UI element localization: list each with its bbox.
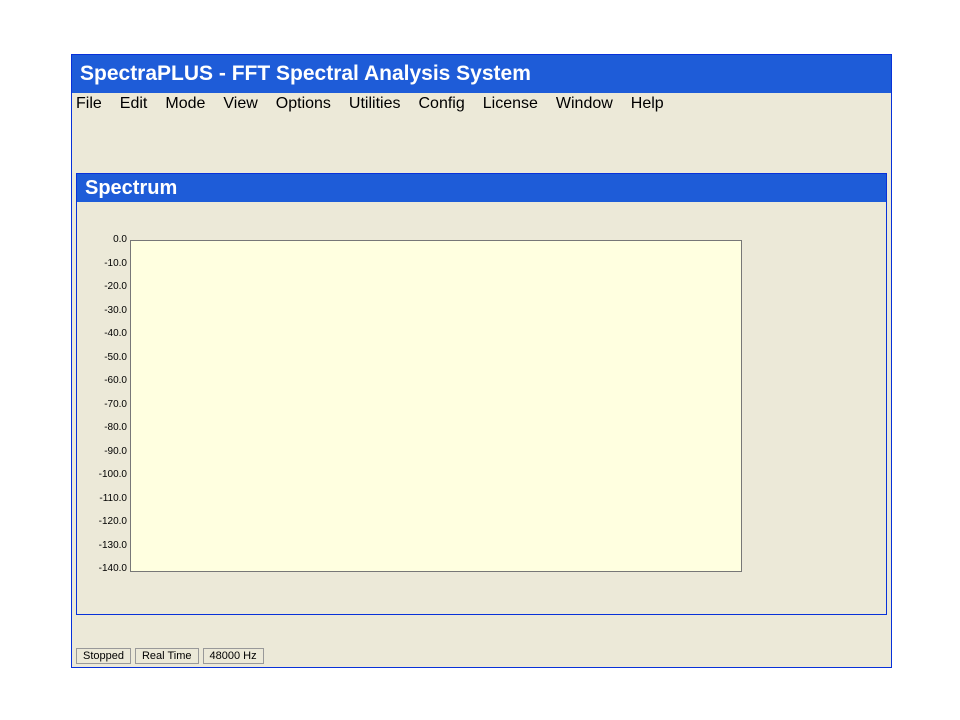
status-mode: Real Time bbox=[134, 648, 199, 664]
y-tick: -20.0 bbox=[104, 281, 127, 292]
y-tick: 0.0 bbox=[113, 234, 127, 245]
y-tick: -130.0 bbox=[98, 539, 127, 551]
menu-license[interactable]: License bbox=[483, 95, 538, 113]
y-tick: -100.0 bbox=[98, 469, 127, 480]
spectrum-plot-area[interactable] bbox=[130, 240, 742, 572]
status-bar: Stopped Real Time 48000 Hz bbox=[76, 647, 887, 665]
y-tick: -120.0 bbox=[98, 516, 127, 527]
y-tick: -110.0 bbox=[99, 492, 127, 504]
menu-mode[interactable]: Mode bbox=[165, 95, 205, 113]
menu-config[interactable]: Config bbox=[418, 95, 464, 113]
status-sample-rate: 48000 Hz bbox=[202, 648, 264, 664]
y-tick: -40.0 bbox=[104, 328, 127, 339]
y-axis-labels: 0.0 -10.0 -20.0 -30.0 -40.0 -50.0 -60.0 … bbox=[87, 234, 127, 574]
menu-view[interactable]: View bbox=[223, 95, 257, 113]
y-tick: -10.0 bbox=[104, 257, 127, 269]
status-state: Stopped bbox=[76, 648, 131, 664]
menu-utilities[interactable]: Utilities bbox=[349, 95, 401, 113]
spectrum-title-bar: Spectrum bbox=[77, 174, 886, 202]
y-tick: -140.0 bbox=[98, 563, 127, 574]
menu-file[interactable]: File bbox=[76, 95, 102, 113]
spectrum-window: Spectrum 0.0 -10.0 -20.0 -30.0 -40.0 -50… bbox=[76, 173, 887, 615]
menu-edit[interactable]: Edit bbox=[120, 95, 148, 113]
menu-window[interactable]: Window bbox=[556, 95, 613, 113]
menu-bar: File Edit Mode View Options Utilities Co… bbox=[72, 93, 891, 115]
title-bar: SpectraPLUS - FFT Spectral Analysis Syst… bbox=[72, 55, 891, 93]
y-tick: -50.0 bbox=[104, 351, 127, 363]
app-window: SpectraPLUS - FFT Spectral Analysis Syst… bbox=[71, 54, 892, 668]
app-title: SpectraPLUS - FFT Spectral Analysis Syst… bbox=[80, 62, 531, 85]
y-tick: -80.0 bbox=[104, 422, 127, 433]
y-tick: -70.0 bbox=[104, 398, 127, 410]
y-tick: -90.0 bbox=[104, 445, 127, 457]
menu-options[interactable]: Options bbox=[276, 95, 331, 113]
spectrum-title: Spectrum bbox=[85, 176, 178, 199]
menu-help[interactable]: Help bbox=[631, 95, 664, 113]
y-tick: -60.0 bbox=[104, 375, 127, 386]
y-tick: -30.0 bbox=[104, 304, 127, 316]
